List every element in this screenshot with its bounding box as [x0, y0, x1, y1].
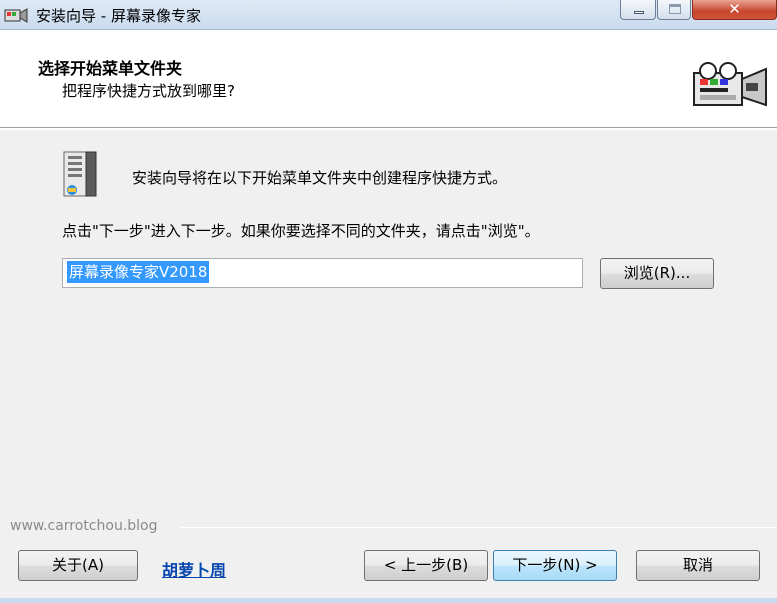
about-button[interactable]: 关于(A) — [18, 550, 138, 581]
page-title: 选择开始菜单文件夹 — [38, 59, 183, 78]
maximize-button[interactable] — [657, 0, 691, 20]
browse-label: 浏览 — [623, 264, 654, 282]
intro-text: 安装向导将在以下开始菜单文件夹中创建程序快捷方式。 — [132, 169, 508, 187]
browse-button[interactable]: 浏览(R)... — [600, 258, 714, 289]
wizard-content: 安装向导将在以下开始菜单文件夹中创建程序快捷方式。 点击"下一步"进入下一步。如… — [0, 130, 777, 530]
cancel-label: 取消 — [682, 556, 713, 574]
close-icon: ✕ — [728, 0, 741, 18]
footer-divider — [180, 527, 777, 528]
watermark-text: www.carrotchou.blog — [10, 518, 158, 534]
cancel-button[interactable]: 取消 — [636, 550, 760, 581]
author-link[interactable]: 胡萝卜周 — [162, 557, 226, 581]
about-label: 关于 — [52, 556, 83, 574]
start-menu-folder-icon — [63, 151, 97, 197]
back-label: < 上一步 — [383, 556, 447, 574]
next-label: 下一步 — [512, 556, 558, 574]
wizard-header: 选择开始菜单文件夹 把程序快捷方式放到哪里? — [0, 31, 777, 128]
minimize-button[interactable] — [620, 0, 656, 20]
back-accel: (B) — [446, 556, 469, 574]
camera-icon — [4, 8, 28, 23]
close-button[interactable]: ✕ — [692, 0, 777, 20]
wizard-footer: www.carrotchou.blog 关于(A) 胡萝卜周 < 上一步(B) … — [0, 510, 777, 603]
window-bottom-border — [0, 598, 777, 603]
title-bar[interactable]: 安装向导 - 屏幕录像专家 ✕ — [0, 0, 777, 30]
video-camera-icon — [693, 62, 767, 107]
window-title: 安装向导 - 屏幕录像专家 — [36, 7, 201, 25]
about-accel: (A) — [82, 556, 104, 574]
next-button[interactable]: 下一步(N) > — [493, 550, 617, 581]
page-subtitle: 把程序快捷方式放到哪里? — [62, 82, 235, 100]
minimize-icon — [634, 11, 644, 14]
next-accel: (N) > — [557, 556, 598, 574]
folder-input-value: 屏幕录像专家V2018 — [67, 261, 210, 283]
start-menu-folder-input[interactable]: 屏幕录像专家V2018 — [62, 258, 583, 288]
maximize-icon — [669, 4, 681, 14]
back-button[interactable]: < 上一步(B) — [364, 550, 488, 581]
instruction-text: 点击"下一步"进入下一步。如果你要选择不同的文件夹，请点击"浏览"。 — [62, 222, 540, 240]
browse-accel: (R)... — [653, 264, 691, 282]
